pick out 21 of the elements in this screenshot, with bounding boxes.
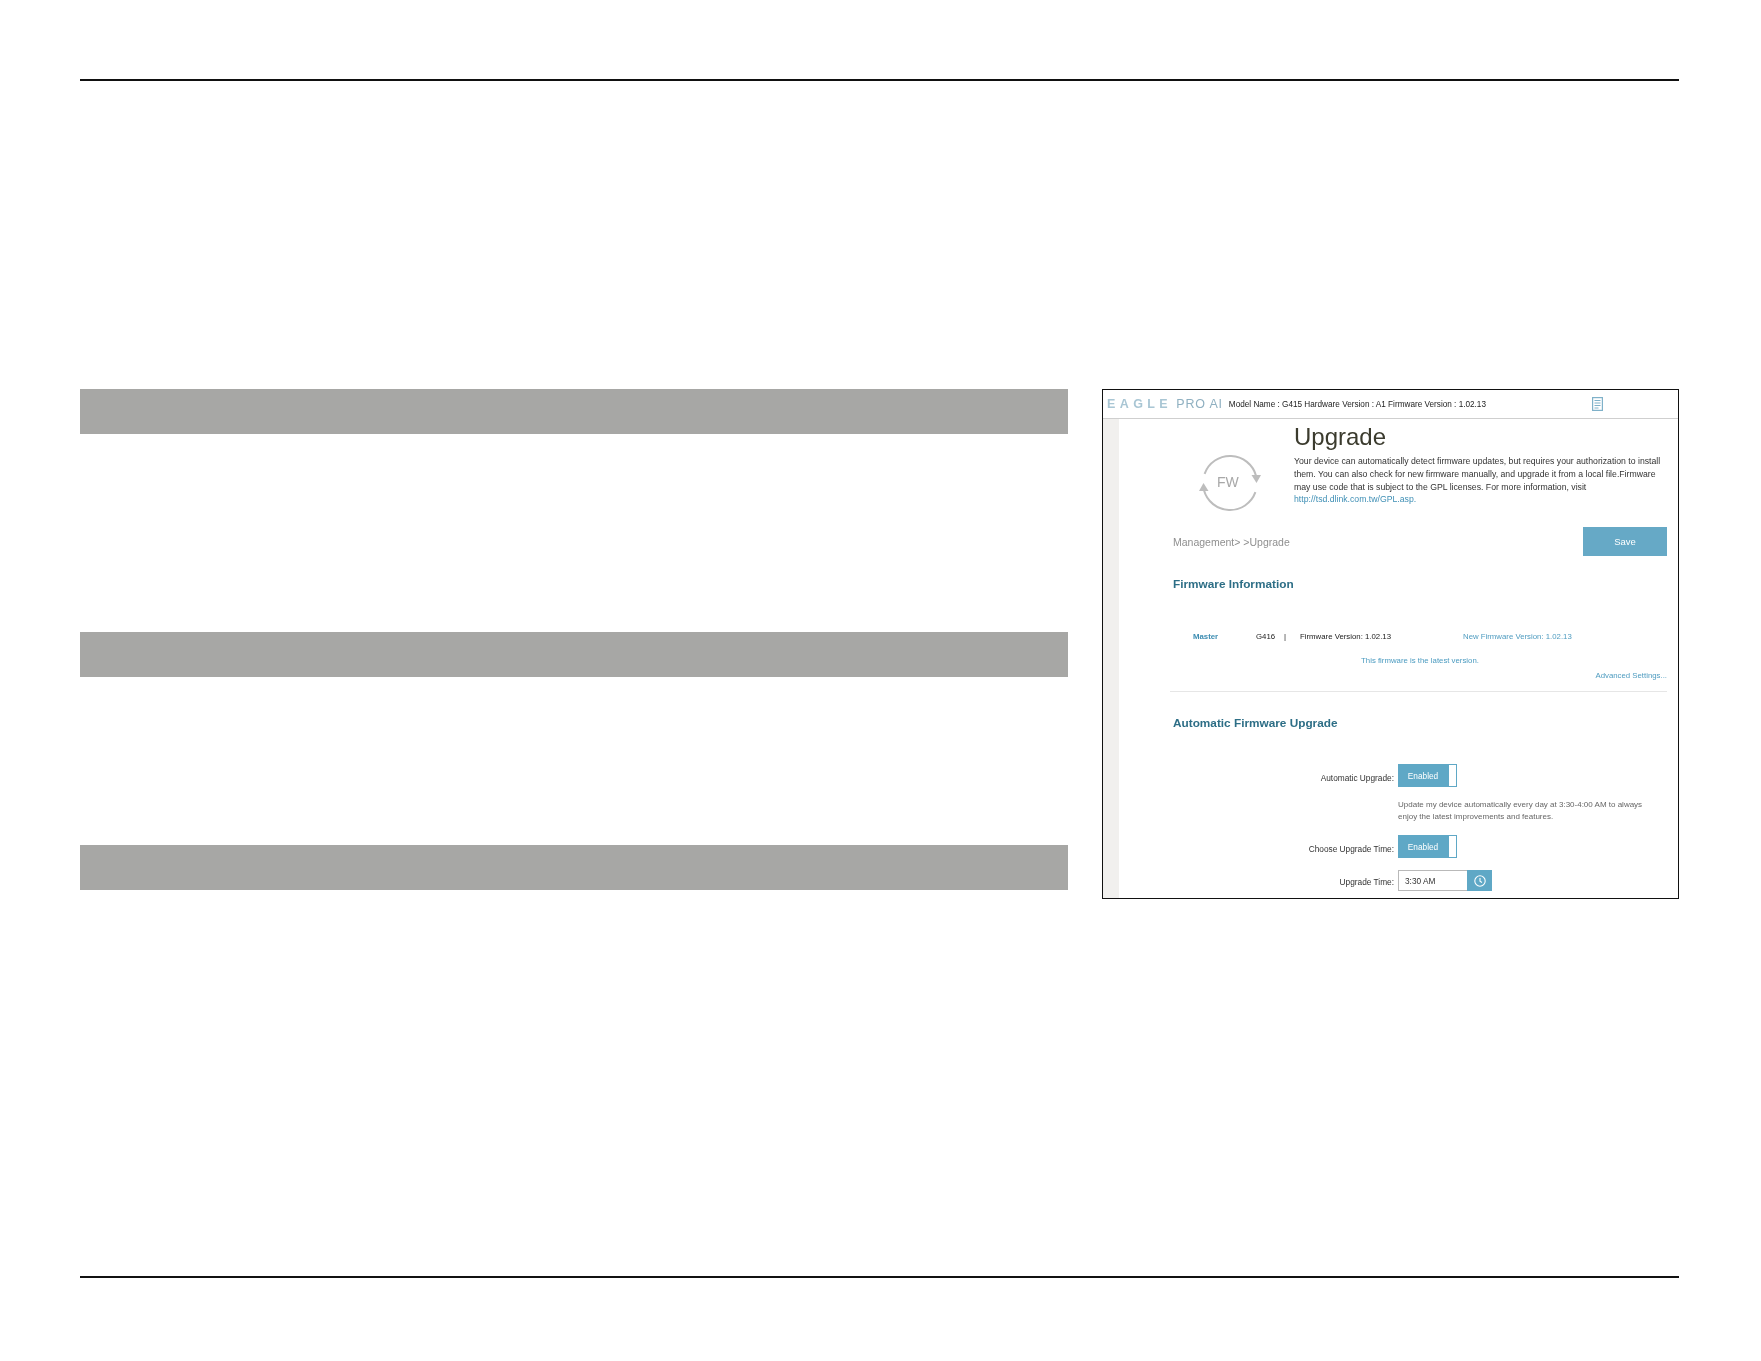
setting-label: Automatic Upgrade: (1319, 772, 1394, 785)
save-button[interactable]: Save (1583, 527, 1667, 556)
circular-arrows-icon (1197, 452, 1263, 514)
logo: EAGLE PRO AI (1107, 397, 1223, 411)
section-heading: Automatic Firmware Upgrade (1173, 715, 1339, 731)
device-info-text: Model Name : G415 Hardware Version : A1 Firmware Version : 1.02.13 (1228, 399, 1486, 409)
setting-label: Choose Upgrade Time: (1307, 843, 1394, 856)
section-heading: Firmware Information (1173, 576, 1295, 592)
page-title: Upgrade (1294, 423, 1388, 451)
time-input[interactable]: 3:30 AM (1398, 870, 1467, 891)
clock-icon (1473, 874, 1486, 887)
icon-label: FW (1217, 474, 1239, 490)
setting-label: Upgrade Time: (1338, 876, 1394, 889)
toggle-switch[interactable]: Enabled (1398, 835, 1457, 858)
setting-note: Update my device automatically every day at 3:30-4:00 AM to always enjoy the latest improvements and features. (1398, 799, 1644, 823)
document-icon[interactable] (1592, 397, 1603, 411)
clock-button[interactable] (1467, 870, 1492, 891)
description-text: Your device can automatically detect firmware updates, but requires your authorization to install them. You can also check for new firmware manually, and upgrade it from a local file.Firmware may use code that is subject to the GPL licenses. For more information, visit http://tsd.dlink.com.tw/GPL.asp. (1294, 455, 1662, 507)
toggle-switch[interactable]: Enabled (1398, 764, 1457, 787)
gpl-link[interactable]: http://tsd.dlink.com.tw/GPL.asp. (1294, 494, 1417, 505)
breadcrumb-text: Management> >Upgrade (1173, 535, 1290, 548)
